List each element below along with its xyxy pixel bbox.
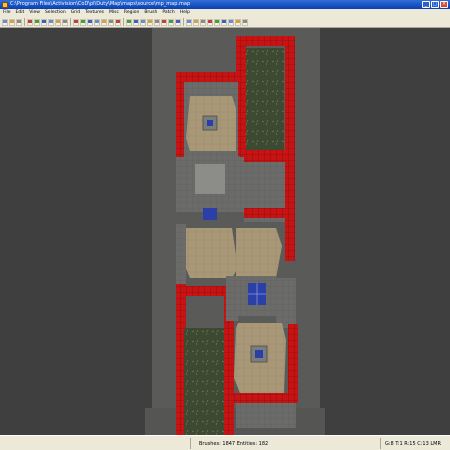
patch-icon[interactable] [154, 18, 160, 26]
map-2d-viewport[interactable] [0, 28, 450, 435]
save-icon[interactable] [9, 18, 15, 26]
sand-room-east [236, 228, 282, 278]
title-bar: C:\Program Files\Activision\CoD\pl\Duty\… [0, 0, 450, 9]
lock-icon[interactable] [200, 18, 206, 26]
flip-z-icon[interactable] [41, 18, 47, 26]
csg-merge-icon[interactable] [101, 18, 107, 26]
select-icon[interactable] [73, 18, 79, 26]
menu-file[interactable]: File [3, 9, 11, 17]
blue-marker-north [207, 120, 213, 126]
toolbar-separator [123, 18, 124, 26]
grass-courtyard-sw [184, 328, 224, 435]
status-bar: Brushes: 1847 Entities: 182 G:8 T:1 R:15… [0, 435, 450, 450]
red-wall-right [285, 36, 295, 261]
status-grid-info: G:8 T:1 R:15 C:13 LMR [385, 441, 441, 447]
face-icon[interactable] [175, 18, 181, 26]
menu-misc[interactable]: Misc [109, 9, 119, 17]
entity-icon[interactable] [214, 18, 220, 26]
menu-grid[interactable]: Grid [71, 9, 80, 17]
menu-brush[interactable]: Brush [144, 9, 157, 17]
select-inside-icon[interactable] [87, 18, 93, 26]
editor-app-icon [2, 1, 8, 8]
camera-icon[interactable] [126, 18, 132, 26]
menu-bar: File Edit View Selection Grid Textures M… [0, 9, 450, 17]
grid-icon[interactable] [147, 18, 153, 26]
patch-matrix-icon[interactable] [228, 18, 234, 26]
open-icon[interactable] [2, 18, 8, 26]
toolbar [0, 17, 450, 28]
light-icon[interactable] [207, 18, 213, 26]
menu-view[interactable]: View [29, 9, 40, 17]
cube-icon[interactable] [221, 18, 227, 26]
flip-y-icon[interactable] [34, 18, 40, 26]
close-button[interactable]: × [440, 1, 448, 8]
stats-icon[interactable] [242, 18, 248, 26]
sand-room-west [184, 228, 238, 278]
menu-patch[interactable]: Patch [162, 9, 174, 17]
rotate-icon[interactable] [193, 18, 199, 26]
select-touching-icon[interactable] [80, 18, 86, 26]
menu-region[interactable]: Region [124, 9, 139, 17]
edge-icon[interactable] [168, 18, 174, 26]
red-wall-left-upper [176, 72, 184, 157]
toolbar-separator [183, 18, 184, 26]
grass-courtyard-ne [246, 48, 284, 150]
rotate-z-icon[interactable] [62, 18, 68, 26]
vertex-icon[interactable] [161, 18, 167, 26]
menu-help[interactable]: Help [180, 9, 190, 17]
brush-icon[interactable] [133, 18, 139, 26]
blue-marker-door [203, 208, 217, 220]
rotate-x-icon[interactable] [48, 18, 54, 26]
maximize-button[interactable]: □ [431, 1, 439, 8]
status-brush-count: Brushes: 1847 Entities: 182 [199, 441, 269, 447]
texture-icon[interactable] [140, 18, 146, 26]
cut-icon[interactable] [16, 18, 22, 26]
map-canvas [145, 28, 325, 435]
menu-selection[interactable]: Selection [45, 9, 66, 17]
csg-subtract-icon[interactable] [94, 18, 100, 26]
minimize-button[interactable]: _ [422, 1, 430, 8]
window-title: C:\Program Files\Activision\CoD\pl\Duty\… [10, 1, 191, 7]
toolbar-separator [24, 18, 25, 26]
clipper-icon[interactable] [115, 18, 121, 26]
menu-edit[interactable]: Edit [16, 9, 25, 17]
scale-icon[interactable] [186, 18, 192, 26]
snap-icon[interactable] [235, 18, 241, 26]
flip-x-icon[interactable] [27, 18, 33, 26]
toolbar-separator [70, 18, 71, 26]
menu-textures[interactable]: Textures [85, 9, 104, 17]
hollow-icon[interactable] [108, 18, 114, 26]
blue-marker-south [255, 350, 263, 358]
rotate-y-icon[interactable] [55, 18, 61, 26]
